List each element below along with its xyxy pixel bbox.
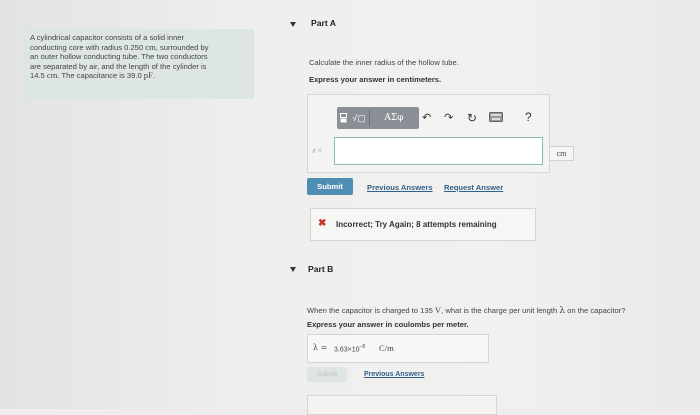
problem-line: are separated by air, and the length of … xyxy=(30,61,207,71)
radius-input[interactable] xyxy=(334,137,543,165)
math-toolbar: √▢ ΑΣφ xyxy=(337,107,419,129)
answer-b-value: 3.63×10−8 xyxy=(334,344,366,354)
problem-line: 14.5 cm. The capacitance is 39.0 pF. xyxy=(30,70,155,81)
request-answer-link[interactable]: Request Answer xyxy=(444,183,503,192)
feedback-message: Incorrect; Try Again; 8 attempts remaini… xyxy=(336,220,497,229)
problem-statement: A cylindrical capacitor consists of a so… xyxy=(24,29,254,99)
previous-answers-link[interactable]: Previous Answers xyxy=(364,371,424,378)
keyboard-icon[interactable] xyxy=(489,112,503,125)
submit-button[interactable]: Submit xyxy=(307,178,353,195)
sqrt-icon[interactable]: √▢ xyxy=(349,107,369,129)
part-a-question: Calculate the inner radius of the hollow… xyxy=(309,58,459,67)
greek-symbols-button[interactable]: ΑΣφ xyxy=(370,107,418,129)
help-icon[interactable]: ? xyxy=(525,110,532,124)
answer-b-unit: C/m xyxy=(379,343,394,353)
reset-icon[interactable]: ↻ xyxy=(467,111,477,125)
part-b-question: When the capacitor is charged to 135 V, … xyxy=(307,305,626,316)
problem-line: conducting core with radius 0.250 cm, su… xyxy=(30,41,209,52)
previous-answers-link[interactable]: Previous Answers xyxy=(367,183,433,192)
answer-b-label: λ = xyxy=(313,343,328,352)
collapse-caret-icon[interactable] xyxy=(290,22,296,27)
input-label: r = xyxy=(313,147,323,155)
redo-icon[interactable]: ↷ xyxy=(444,111,453,124)
unit-label: cm xyxy=(549,146,574,161)
feedback-panel xyxy=(307,395,497,415)
submit-button-disabled[interactable]: Submit xyxy=(307,367,347,382)
template-icon[interactable] xyxy=(337,107,349,129)
part-b-instruction: Express your answer in coulombs per mete… xyxy=(307,320,469,329)
part-a-instruction: Express your answer in centimeters. xyxy=(309,75,442,84)
problem-line: an outer hollow conducting tube. The two… xyxy=(30,52,208,62)
undo-icon[interactable]: ↶ xyxy=(422,111,431,124)
part-a-title[interactable]: Part A xyxy=(311,18,336,28)
incorrect-icon: ✖ xyxy=(318,218,327,229)
collapse-caret-icon[interactable] xyxy=(290,267,296,272)
part-b-title[interactable]: Part B xyxy=(308,264,333,274)
problem-line: A cylindrical capacitor consists of a so… xyxy=(30,33,185,42)
